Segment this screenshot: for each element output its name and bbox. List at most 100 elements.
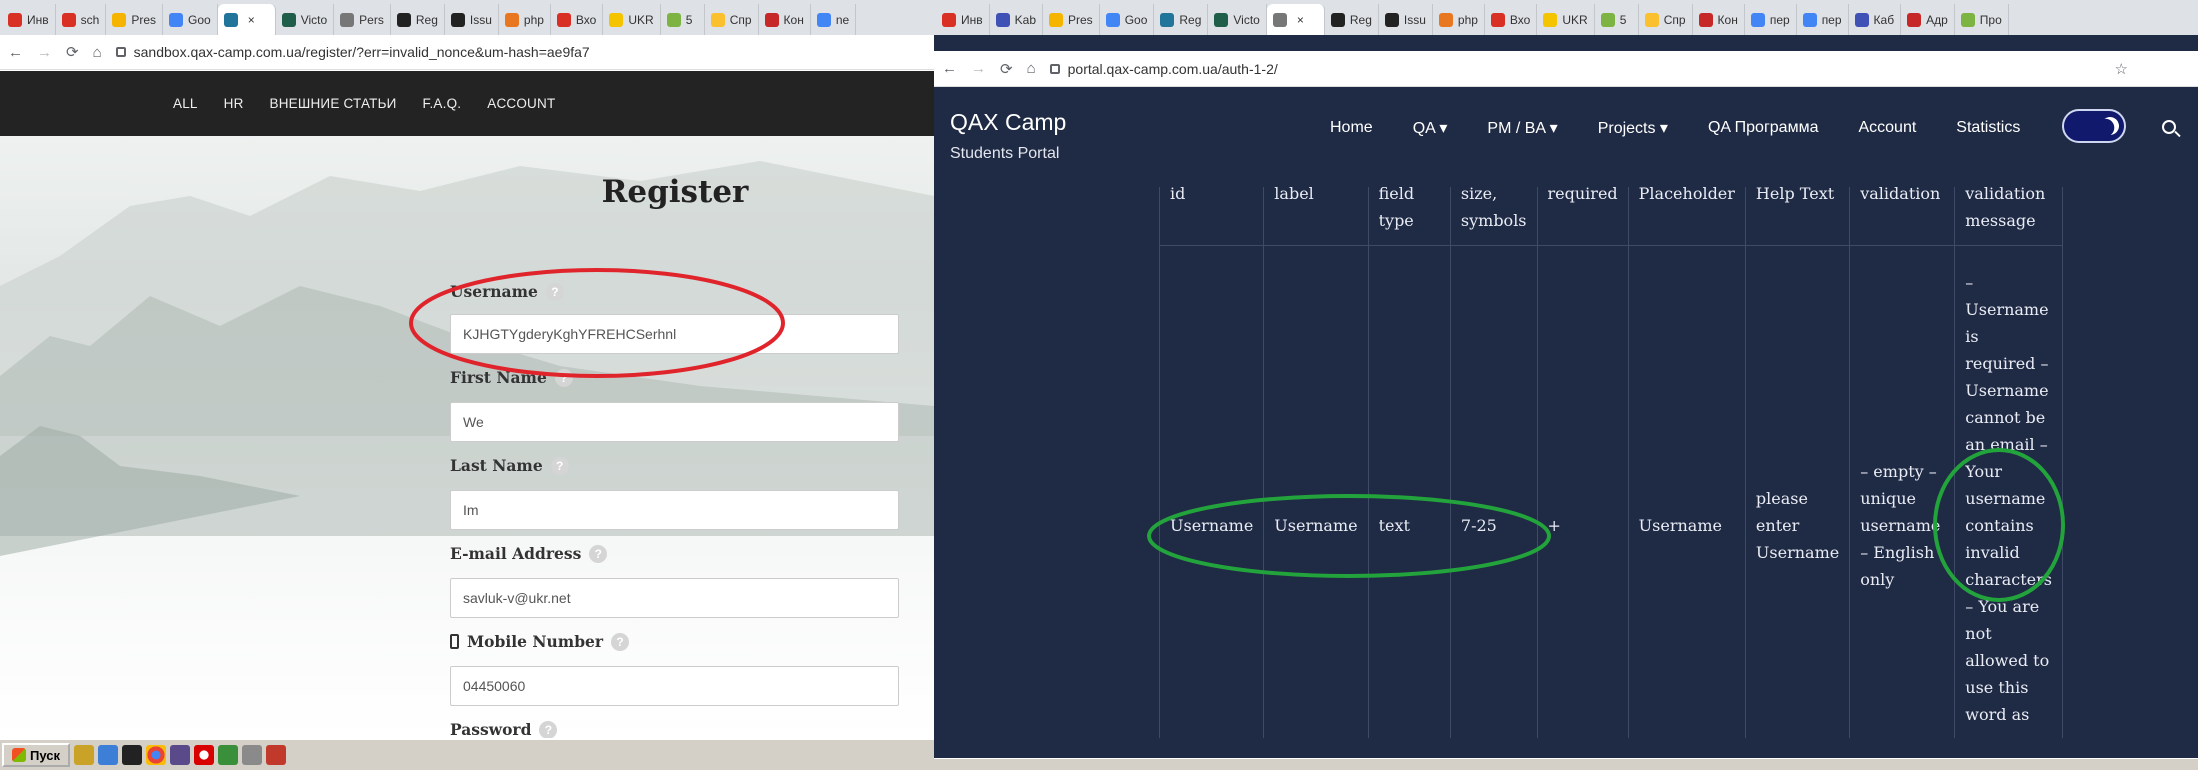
help-icon[interactable]: ? <box>550 456 569 475</box>
folder-icon[interactable] <box>74 745 94 765</box>
nav-account[interactable]: Account <box>1858 119 1916 137</box>
moon-icon <box>2098 114 2121 137</box>
tab-favicon-icon <box>556 12 571 27</box>
tab-favicon-icon <box>764 12 779 27</box>
help-icon[interactable]: ? <box>554 368 573 387</box>
site-nav: ALL HR ВНЕШНИЕ СТАТЬИ F.A.Q. ACCOUNT <box>0 71 934 136</box>
browser-tab[interactable]: Инв <box>936 4 990 35</box>
chrome-icon[interactable] <box>146 745 166 765</box>
browser-tab[interactable]: Issu <box>1379 4 1433 35</box>
browser-tab[interactable]: × <box>1266 4 1325 35</box>
last-name-input[interactable]: Im <box>450 490 899 530</box>
browser-tab[interactable]: 5 <box>661 4 705 35</box>
back-icon[interactable]: ← <box>942 60 957 77</box>
pdf-icon[interactable] <box>266 745 286 765</box>
close-tab-icon[interactable]: × <box>1297 13 1304 27</box>
mobile-input[interactable]: 04450060 <box>450 666 899 706</box>
nav-projects[interactable]: Projects ▾ <box>1598 118 1668 138</box>
browser-tab[interactable]: пер <box>1745 4 1797 35</box>
browser-tab[interactable]: Reg <box>1325 4 1379 35</box>
browser-tab[interactable]: Goo <box>163 4 218 35</box>
forward-icon[interactable]: → <box>37 44 52 61</box>
nav-hr[interactable]: HR <box>224 96 244 111</box>
nav-qa[interactable]: QA ▾ <box>1413 118 1448 138</box>
spreadsheet-icon[interactable] <box>218 745 238 765</box>
browser-tab[interactable]: Про <box>1955 4 2009 35</box>
tab-strip: Инв Kab Pres Goo Reg Victo × Reg Issu php Вхо UKR 5 С… <box>934 0 2198 35</box>
browser-tab[interactable]: Victo <box>1208 4 1267 35</box>
browser-tab[interactable]: Вхо <box>1485 4 1538 35</box>
home-icon[interactable]: ⌂ <box>93 44 102 61</box>
brand-title[interactable]: QAX Camp <box>950 109 1066 136</box>
browser-tab[interactable]: Каб <box>1849 4 1902 35</box>
username-input[interactable]: KJHGTYgderyKghYFREHCSerhnl <box>450 314 899 354</box>
first-name-input[interactable]: We <box>450 402 899 442</box>
browser-tab[interactable]: Victo <box>276 4 335 35</box>
reload-icon[interactable]: ⟳ <box>1000 60 1013 78</box>
help-icon[interactable]: ? <box>611 632 630 651</box>
browser-tab[interactable]: UKR <box>603 4 661 35</box>
reload-icon[interactable]: ⟳ <box>66 43 79 61</box>
nav-all[interactable]: ALL <box>173 96 198 111</box>
browser-tab[interactable]: Reg <box>1154 4 1209 35</box>
dark-mode-toggle[interactable] <box>2062 109 2126 143</box>
browser-tab[interactable]: Pres <box>1043 4 1100 35</box>
address-bar[interactable]: ← → ⟳ ⌂ sandbox.qax-camp.com.ua/register… <box>0 35 934 70</box>
browser-tab[interactable]: Pers <box>334 4 391 35</box>
url-text[interactable]: portal.qax-camp.com.ua/auth-1-2/ <box>1068 61 1278 77</box>
help-icon[interactable]: ? <box>589 544 608 563</box>
back-icon[interactable]: ← <box>8 44 23 61</box>
home-icon[interactable]: ⌂ <box>1027 60 1036 77</box>
browser-tab[interactable]: Reg <box>391 4 445 35</box>
forward-icon[interactable]: → <box>971 60 986 77</box>
search-icon[interactable] <box>2162 120 2176 134</box>
tab-favicon-icon <box>1272 12 1287 27</box>
browser-tab[interactable]: пер <box>1797 4 1849 35</box>
archive-icon[interactable] <box>170 745 190 765</box>
browser-tab[interactable]: Спр <box>705 4 759 35</box>
opera-icon[interactable] <box>194 745 214 765</box>
tab-favicon-icon <box>281 12 296 27</box>
browser-tab[interactable]: 5 <box>1595 4 1639 35</box>
media-icon[interactable] <box>98 745 118 765</box>
cell-id: Username <box>1159 245 1265 738</box>
nav-qa-program[interactable]: QA Программа <box>1708 119 1819 137</box>
nav-statistics[interactable]: Statistics <box>1956 119 2020 137</box>
nav-home[interactable]: Home <box>1330 119 1373 137</box>
email-input[interactable]: savluk-v@ukr.net <box>450 578 899 618</box>
browser-tab[interactable]: Кон <box>759 4 811 35</box>
browser-tab[interactable]: Issu <box>445 4 499 35</box>
tab-label: пер <box>1769 12 1790 27</box>
browser-tab[interactable]: UKR <box>1537 4 1595 35</box>
browser-tab[interactable]: php <box>1433 4 1485 35</box>
browser-tab[interactable]: Кон <box>1693 4 1745 35</box>
nav-external-articles[interactable]: ВНЕШНИЕ СТАТЬИ <box>270 96 397 111</box>
browser-tab[interactable]: Спр <box>1639 4 1693 35</box>
browser-tab[interactable]: ne <box>811 4 857 35</box>
help-icon[interactable]: ? <box>539 720 558 739</box>
browser-tab[interactable]: Адр <box>1901 4 1955 35</box>
tool-icon[interactable] <box>242 745 262 765</box>
help-icon[interactable]: ? <box>545 282 564 301</box>
browser-tab[interactable]: Инв <box>2 4 56 35</box>
close-tab-icon[interactable]: × <box>248 13 255 27</box>
nav-pm-ba[interactable]: PM / BA ▾ <box>1487 118 1557 138</box>
browser-tab[interactable]: Kab <box>990 4 1043 35</box>
tab-label: 5 <box>685 12 693 27</box>
nav-faq[interactable]: F.A.Q. <box>423 96 462 111</box>
browser-tab[interactable]: × <box>217 4 276 35</box>
browser-tab[interactable]: sch <box>56 4 107 35</box>
tab-favicon-icon <box>450 12 465 27</box>
bookmark-star-icon[interactable]: ☆ <box>2115 60 2128 78</box>
address-bar[interactable]: ← → ⟳ ⌂ portal.qax-camp.com.ua/auth-1-2/… <box>934 51 2198 87</box>
url-text[interactable]: sandbox.qax-camp.com.ua/register/?err=in… <box>134 44 590 60</box>
portal-header: QAX Camp Students Portal Home QA ▾ PM / … <box>934 87 2198 187</box>
browser-tab[interactable]: php <box>499 4 551 35</box>
browser-tab[interactable]: Goo <box>1100 4 1155 35</box>
start-button[interactable]: Пуск <box>2 743 70 767</box>
tab-label: UKR <box>1562 12 1588 27</box>
terminal-icon[interactable] <box>122 745 142 765</box>
browser-tab[interactable]: Вхо <box>551 4 604 35</box>
nav-account[interactable]: ACCOUNT <box>487 96 555 111</box>
browser-tab[interactable]: Pres <box>106 4 164 35</box>
